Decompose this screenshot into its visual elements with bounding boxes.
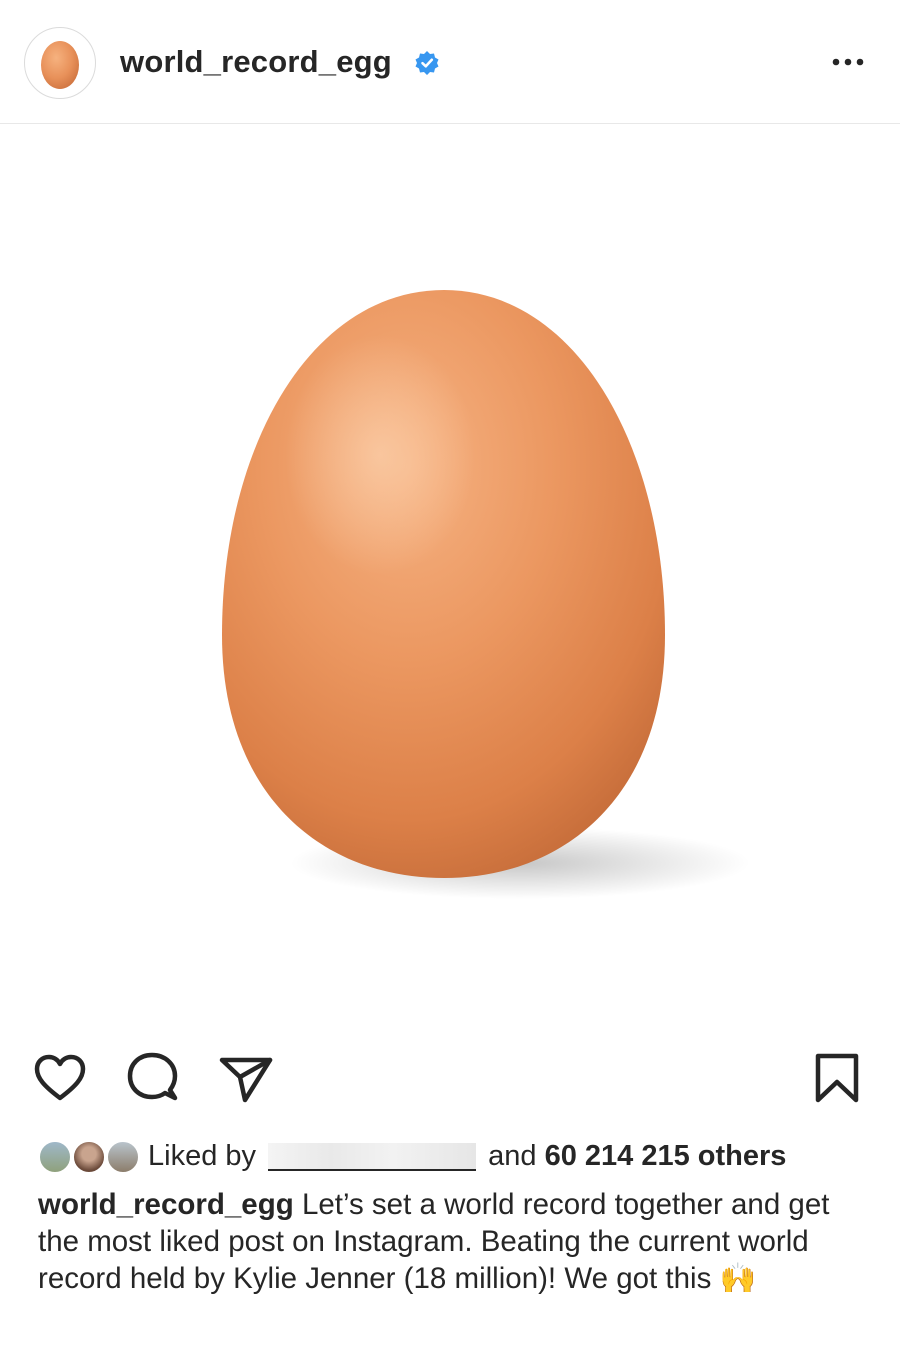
post-caption: world_record_egg Let’s set a world recor… <box>38 1186 868 1297</box>
raising-hands-emoji: 🙌 <box>719 1262 757 1295</box>
likes-summary[interactable]: Liked by and 60 214 215 others <box>148 1140 786 1173</box>
more-options-icon[interactable] <box>826 45 870 79</box>
liker-avatar[interactable] <box>38 1140 72 1174</box>
heart-icon[interactable] <box>32 1050 88 1110</box>
liked-by-label: Liked by <box>148 1140 257 1172</box>
profile-avatar[interactable] <box>24 27 96 99</box>
egg-image <box>222 290 750 899</box>
post-image[interactable] <box>0 125 900 1025</box>
egg-avatar-icon <box>41 41 79 89</box>
caption-username[interactable]: world_record_egg <box>38 1188 294 1221</box>
action-bar <box>0 1050 900 1110</box>
likes-connector: and <box>488 1140 537 1172</box>
redacted-username <box>268 1143 477 1172</box>
verified-badge-icon <box>415 51 439 75</box>
liker-avatar[interactable] <box>72 1140 106 1174</box>
bookmark-icon[interactable] <box>810 1050 866 1110</box>
likes-row: Liked by and 60 214 215 others <box>38 1136 878 1180</box>
likes-count[interactable]: 60 214 215 others <box>545 1140 787 1172</box>
post-header: world_record_egg <box>0 0 900 124</box>
liker-avatar[interactable] <box>106 1140 140 1174</box>
post-username[interactable]: world_record_egg <box>120 44 392 80</box>
comment-icon[interactable] <box>125 1050 181 1110</box>
send-icon[interactable] <box>218 1050 274 1110</box>
